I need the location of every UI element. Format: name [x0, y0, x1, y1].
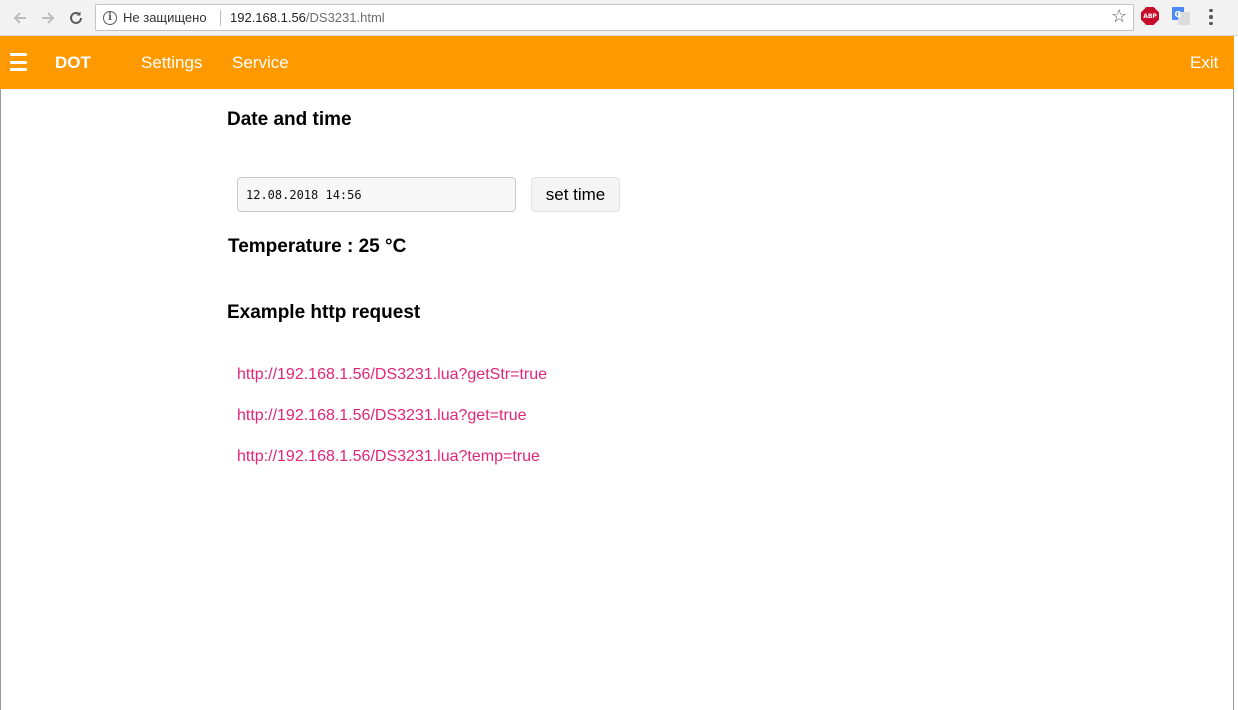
nav-item-settings[interactable]: Settings — [141, 53, 202, 73]
top-navigation-bar: DOT Settings Service Exit — [0, 36, 1234, 89]
datetime-input[interactable] — [237, 177, 516, 212]
temperature-readout: Temperature : 25 °C — [228, 236, 407, 257]
adblock-icon[interactable]: ABP — [1141, 7, 1159, 25]
translate-icon[interactable]: G — [1172, 7, 1190, 25]
url-path: /DS3231.html — [305, 10, 385, 25]
request-link-get[interactable]: http://192.168.1.56/DS3231.lua?get=true — [237, 407, 527, 425]
address-bar[interactable]: i Не защищено 192.168.1.56/DS3231.html ☆ — [95, 4, 1134, 31]
example-request-heading: Example http request — [227, 302, 421, 323]
svg-text:G: G — [1175, 10, 1182, 19]
scrollbar-track[interactable] — [1234, 36, 1238, 710]
browser-toolbar: i Не защищено 192.168.1.56/DS3231.html ☆… — [0, 0, 1238, 36]
address-divider — [220, 10, 221, 26]
nav-brand-dot[interactable]: DOT — [55, 53, 91, 73]
page-viewport — [0, 36, 1234, 710]
hamburger-menu-icon[interactable] — [10, 53, 27, 71]
request-link-getstr[interactable]: http://192.168.1.56/DS3231.lua?getStr=tr… — [237, 366, 547, 384]
nav-item-exit[interactable]: Exit — [1190, 53, 1218, 73]
forward-arrow-icon — [42, 12, 55, 24]
url-host: 192.168.1.56 — [230, 10, 306, 25]
date-time-heading: Date and time — [227, 109, 352, 130]
info-icon[interactable]: i — [103, 11, 117, 25]
browser-menu-icon[interactable] — [1204, 6, 1218, 28]
back-button[interactable] — [9, 7, 31, 29]
forward-button[interactable] — [37, 7, 59, 29]
security-status: Не защищено — [123, 10, 207, 25]
url-text[interactable]: 192.168.1.56/DS3231.html — [230, 10, 385, 25]
bookmark-star-icon[interactable]: ☆ — [1111, 7, 1127, 25]
reload-button[interactable] — [65, 7, 87, 29]
nav-item-service[interactable]: Service — [232, 53, 289, 73]
back-arrow-icon — [13, 12, 26, 24]
reload-icon — [70, 11, 82, 24]
request-link-temp[interactable]: http://192.168.1.56/DS3231.lua?temp=true — [237, 448, 540, 466]
set-time-button[interactable]: set time — [531, 177, 620, 212]
